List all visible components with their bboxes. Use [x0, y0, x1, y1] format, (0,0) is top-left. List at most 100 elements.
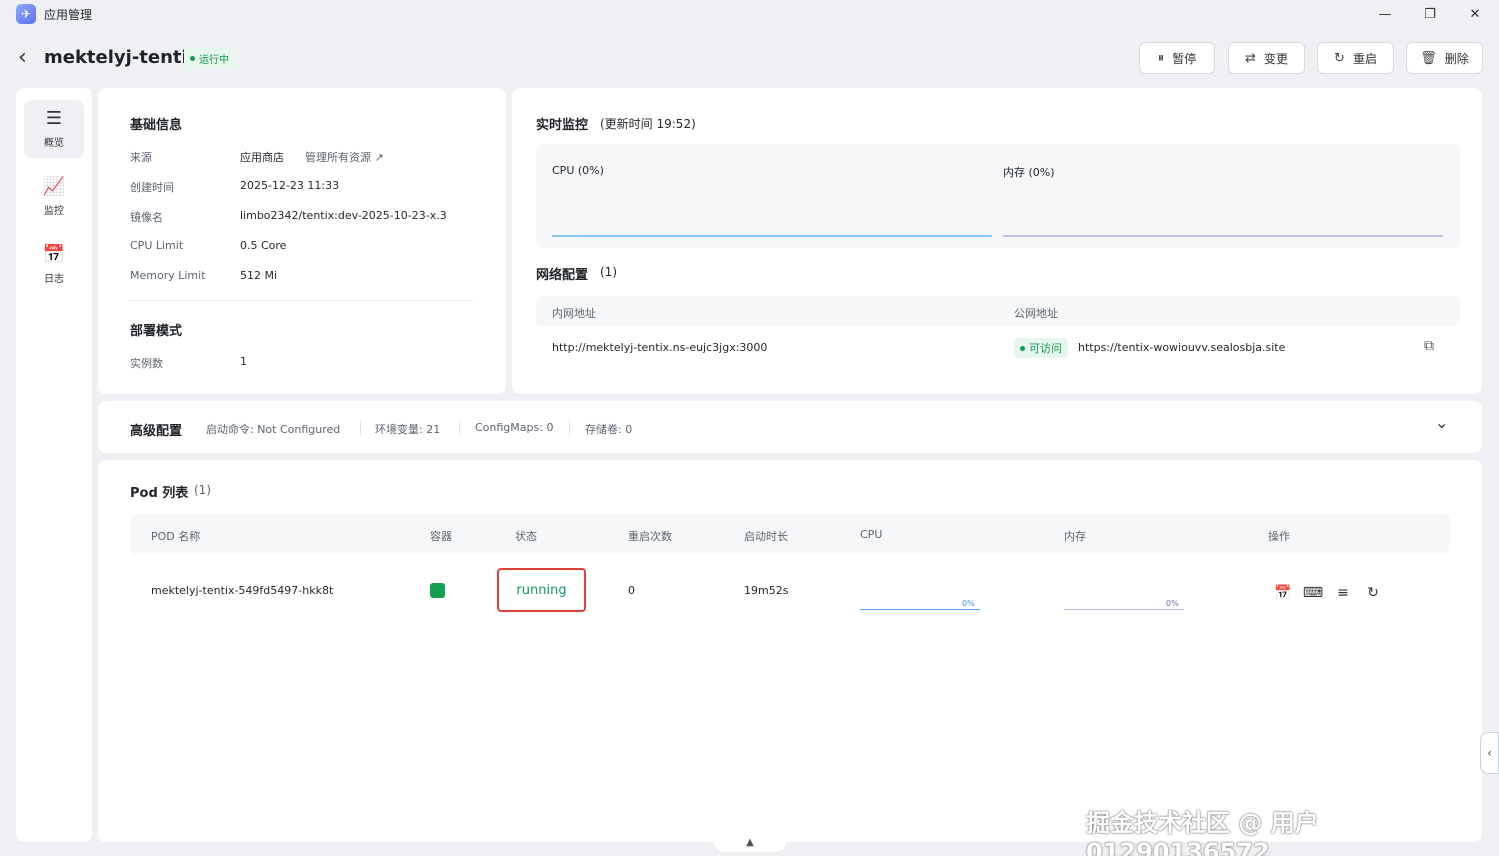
sidebar-item-monitor[interactable]: 📈 监控 [24, 168, 84, 226]
delete-button[interactable]: 🗑 删除 [1406, 42, 1483, 74]
divider [360, 421, 361, 435]
cpu-usage-bar [860, 609, 980, 610]
pause-icon: ⏸ [1157, 50, 1165, 66]
status-text: 运行中 [199, 54, 229, 66]
restart-label: 重启 [1352, 51, 1377, 66]
change-button[interactable]: ⇄ 变更 [1228, 42, 1305, 74]
app-title: 应用管理 [44, 8, 93, 22]
memory-usage-percent: 0% [1166, 599, 1179, 608]
collapse-panel-button[interactable]: ‹ [1480, 732, 1499, 774]
terminal-icon[interactable]: ⌨ [1303, 584, 1323, 602]
manage-resources-link[interactable]: 管理所有资源 ↗ [305, 149, 384, 165]
col-uptime: 启动时长 [744, 530, 788, 543]
chevron-down-icon[interactable]: ⌄ [1435, 413, 1448, 432]
divider [459, 421, 460, 435]
close-button[interactable]: ✕ [1464, 4, 1486, 24]
divider [130, 300, 474, 301]
storage-info: 存储卷: 0 [585, 423, 633, 436]
public-address-link[interactable]: https://tentix-wowiouvv.sealosbja.site [1078, 341, 1285, 354]
basic-info-card: 基础信息 来源 应用商店 管理所有资源 ↗ 创建时间 2025-12-23 11… [98, 88, 506, 394]
memory-limit-key: Memory Limit [130, 269, 206, 282]
cpu-limit-key: CPU Limit [130, 239, 184, 252]
calendar-icon: 📅 [42, 243, 66, 265]
col-container: 容器 [430, 530, 452, 543]
network-table: 内网地址 公网地址 http://mektelyj-tentix.ns-eujc… [536, 296, 1460, 380]
internal-address[interactable]: http://mektelyj-tentix.ns-eujc3jgx:3000 [552, 341, 767, 354]
image-key: 镜像名 [130, 211, 163, 224]
advanced-config-title: 高级配置 [130, 424, 183, 439]
restart-icon: ↻ [1334, 50, 1345, 66]
chart-icon: 📈 [42, 175, 66, 197]
accessible-badge: 可访问 [1014, 338, 1068, 358]
restore-button[interactable]: ❐ [1419, 4, 1441, 24]
status-dot-icon [190, 55, 195, 61]
pause-button[interactable]: ⏸ 暂停 [1139, 42, 1215, 74]
public-address-header: 公网地址 [1014, 307, 1058, 320]
col-status: 状态 [515, 530, 537, 543]
restart-icon[interactable]: ↻ [1364, 584, 1382, 602]
sidebar-item-overview[interactable]: ☰ 概览 [24, 100, 84, 158]
image-value: limbo2342/tentix:dev-2025-10-23-x.3 [240, 209, 447, 222]
memory-monitor-line [1003, 235, 1443, 237]
accessible-dot-icon [1020, 345, 1025, 351]
instances-value: 1 [240, 355, 247, 368]
divider [569, 421, 570, 435]
cpu-limit-value: 0.5 Core [240, 239, 287, 252]
monitor-panel: CPU (0%) 内存 (0%) [536, 144, 1460, 248]
pod-list-title: Pod 列表 [130, 486, 189, 501]
sidebar-item-label: 日志 [44, 273, 64, 285]
change-label: 变更 [1263, 51, 1288, 66]
status-badge: 运行中 [184, 47, 237, 69]
source-key: 来源 [130, 151, 152, 164]
menu-icon[interactable]: ≡ [1334, 584, 1352, 602]
swap-icon: ⇄ [1245, 50, 1256, 66]
network-count: (1) [600, 265, 617, 279]
expand-up-handle[interactable]: ▲ [714, 832, 786, 852]
sidebar: ☰ 概览 📈 监控 📅 日志 [16, 88, 92, 842]
env-vars-info: 环境变量: 21 [375, 423, 441, 436]
window-titlebar: ✈ 应用管理 — ❐ ✕ [0, 0, 1499, 28]
sidebar-item-label: 监控 [44, 205, 64, 217]
pod-table-header: POD 名称 容器 状态 重启次数 启动时长 CPU 内存 操作 [130, 514, 1450, 554]
col-restarts: 重启次数 [628, 530, 672, 543]
copy-icon[interactable]: ⧉ [1424, 338, 1434, 354]
advanced-config-bar[interactable]: 高级配置 启动命令: Not Configured 环境变量: 21 Confi… [98, 401, 1482, 453]
source-value: 应用商店 [240, 151, 284, 164]
restart-count: 0 [628, 584, 635, 597]
pod-name: mektelyj-tentix-549fd5497-hkk8t [151, 584, 334, 597]
restart-button[interactable]: ↻ 重启 [1317, 42, 1394, 74]
created-time-value: 2025-12-23 11:33 [240, 179, 340, 192]
trash-icon: 🗑 [1420, 50, 1437, 66]
pause-label: 暂停 [1172, 51, 1197, 66]
accessible-text: 可访问 [1029, 342, 1062, 355]
monitor-title: 实时监控 [536, 118, 589, 133]
col-cpu: CPU [860, 528, 883, 541]
minimize-button[interactable]: — [1374, 4, 1396, 24]
monitor-update-time: (更新时间 19:52) [600, 117, 696, 131]
cpu-usage-percent: 0% [962, 599, 975, 608]
calendar-icon[interactable]: 📅 [1274, 584, 1292, 602]
pod-list-card: Pod 列表 (1) POD 名称 容器 状态 重启次数 启动时长 CPU 内存… [98, 460, 1482, 842]
col-memory: 内存 [1064, 530, 1086, 543]
col-pod-name: POD 名称 [151, 530, 201, 543]
sidebar-item-logs[interactable]: 📅 日志 [24, 236, 84, 294]
basic-info-title: 基础信息 [130, 118, 183, 133]
memory-usage-bar [1064, 609, 1184, 610]
col-actions: 操作 [1268, 530, 1290, 543]
monitor-network-card: 实时监控 (更新时间 19:52) CPU (0%) 内存 (0%) 网络配置 … [512, 88, 1482, 394]
internal-address-header: 内网地址 [552, 307, 596, 320]
cpu-monitor-line [552, 235, 992, 237]
back-arrow-icon[interactable]: ‹ [18, 46, 38, 70]
app-name: mektelyj-tentix [44, 47, 200, 68]
instances-key: 实例数 [130, 357, 163, 370]
network-title: 网络配置 [536, 268, 589, 283]
list-icon: ☰ [45, 107, 63, 129]
created-time-key: 创建时间 [130, 181, 174, 194]
memory-limit-value: 512 Mi [240, 269, 278, 282]
configmaps-info: ConfigMaps: 0 [475, 421, 554, 434]
app-logo-icon: ✈ [16, 4, 36, 24]
watermark: 掘金技术社区 @ 用户01290136572 [1086, 809, 1319, 856]
delete-label: 删除 [1444, 51, 1469, 66]
network-table-header: 内网地址 公网地址 [536, 296, 1460, 326]
cpu-monitor-label: CPU (0%) [552, 164, 604, 177]
